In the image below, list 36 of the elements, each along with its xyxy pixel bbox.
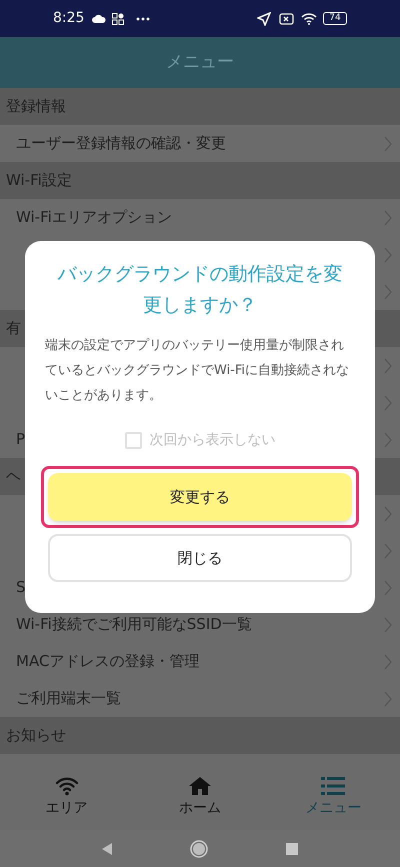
recents-button[interactable] [286,842,298,854]
menu-item-label: Wi-Fiエリアオプション [16,207,172,228]
status-time: 8:25 [53,9,84,28]
section-title: 有 [6,318,21,340]
location-icon [257,12,271,26]
nav-tab[interactable]: エリア [0,765,134,830]
home-icon [188,776,212,796]
checkbox-label: 次回から表示しない [150,431,276,450]
dialog-message: 端末の設定でアプリのバッテリー使用量が制限されているとバックグラウンドでWi-Fiに自動接続されないことがあります。 [45,337,350,405]
checkbox[interactable] [124,432,142,449]
header-title: メニュー [166,50,234,74]
close-button[interactable]: 閉じる [48,534,352,582]
menu-item-label: MACアドレスの登録・管理 [16,651,200,672]
menu-item-label: ご利用端末一覧 [16,688,121,710]
change-button[interactable]: 変更する [48,473,352,521]
battery-level: 74 [329,14,341,23]
cloud-icon [92,14,106,23]
wifi-signal-icon [301,12,317,24]
sim-icon [279,12,294,24]
nav-tab[interactable]: メニュー [266,765,400,830]
home-button[interactable] [190,840,208,858]
section-title: お知らせ [6,725,66,746]
menu-item-label: Wi-Fi接続でご利用可能なSSID一覧 [16,614,252,636]
dialog-title: バックグラウンドの動作設定を変更しますか？ [56,262,344,318]
list-icon [321,776,346,796]
more-icon [136,16,150,20]
grid-icon [112,12,124,24]
nav-tab[interactable]: ホーム [133,765,267,830]
section-title: 登録情報 [6,96,66,118]
back-button[interactable] [102,842,112,854]
section-title: Wi-Fi設定 [6,170,72,192]
menu-item-label: ユーザー登録情報の確認・変更 [16,133,226,154]
menu-item-label: S [16,577,26,598]
wifi-icon [54,776,79,796]
section-title: ヘ [6,466,21,488]
menu-item-label: P [16,429,26,450]
